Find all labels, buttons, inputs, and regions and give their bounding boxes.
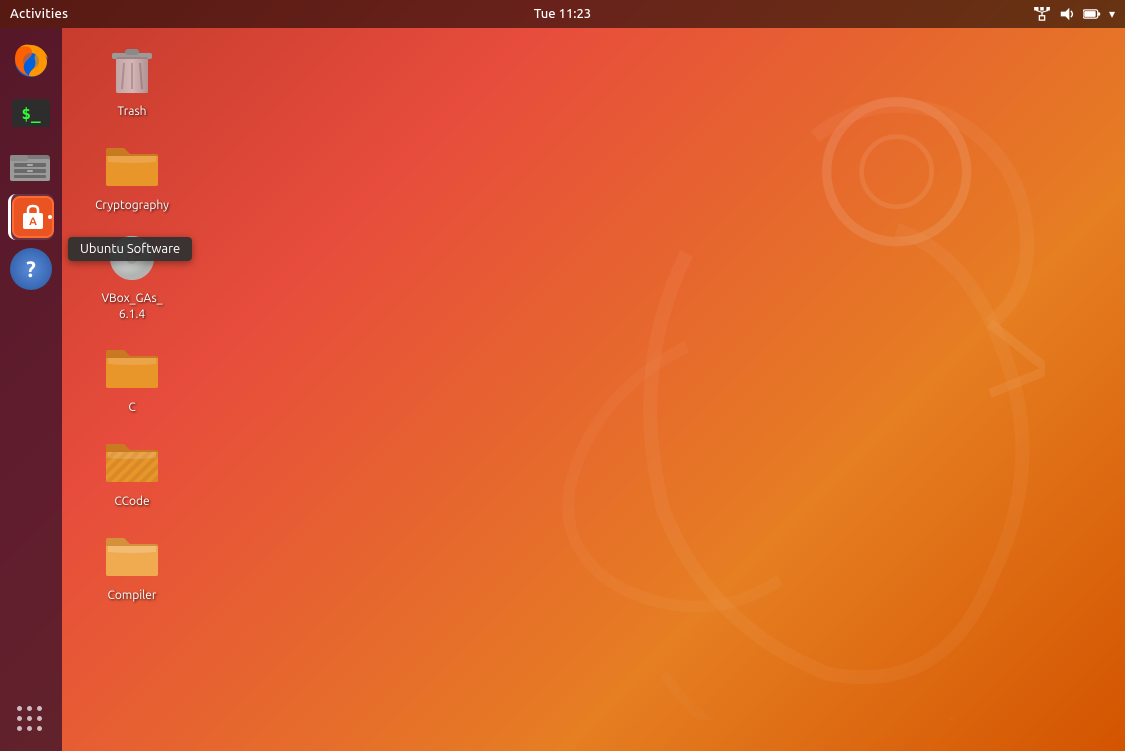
trash-label: Trash — [117, 104, 146, 120]
software-bag-icon: A — [19, 203, 47, 231]
battery-icon[interactable] — [1083, 8, 1101, 20]
network-icon[interactable] — [1033, 7, 1051, 21]
dock-item-software[interactable]: A — [8, 194, 54, 240]
dock-item-files[interactable] — [8, 142, 54, 188]
folder-c-svg — [104, 344, 160, 390]
dock-item-help[interactable]: ? — [8, 246, 54, 292]
folder-ccode-svg — [104, 438, 160, 484]
cryptography-icon-img — [103, 136, 161, 194]
tooltip-text: Ubuntu Software — [80, 242, 180, 256]
running-indicator — [48, 215, 52, 219]
desktop-icons-column: Trash Cryptography — [82, 38, 182, 607]
cryptography-label: Cryptography — [95, 198, 169, 214]
compiler-icon-desktop[interactable]: Compiler — [82, 522, 182, 608]
topbar-clock: Tue 11:23 — [534, 7, 591, 21]
c-icon-desktop[interactable]: C — [82, 334, 182, 420]
dock: $_ A ? — [0, 28, 62, 751]
trash-icon-desktop[interactable]: Trash — [82, 38, 182, 124]
firefox-icon — [11, 41, 51, 81]
folder-orange-svg — [104, 142, 160, 188]
cryptography-icon-desktop[interactable]: Cryptography — [82, 132, 182, 218]
topbar-right: ▾ — [1033, 7, 1115, 21]
vbox-label: VBox_GAs_ 6.1.4 — [101, 291, 162, 322]
compiler-label: Compiler — [108, 588, 157, 604]
apps-grid-icon — [13, 702, 49, 738]
dock-item-terminal[interactable]: $_ — [8, 90, 54, 136]
files-icon — [10, 147, 52, 183]
compiler-icon-img — [103, 526, 161, 584]
folder-compiler-svg — [104, 532, 160, 578]
c-label: C — [128, 400, 135, 416]
dock-item-firefox[interactable] — [8, 38, 54, 84]
dock-item-apps-grid[interactable] — [8, 697, 54, 743]
system-menu-arrow[interactable]: ▾ — [1109, 7, 1115, 21]
terminal-icon: $_ — [12, 99, 50, 127]
ccode-icon-img — [103, 432, 161, 490]
topbar-left: Activities — [10, 7, 68, 21]
volume-icon[interactable] — [1059, 7, 1075, 21]
desktop: Trash Cryptography — [62, 28, 1125, 751]
activities-button[interactable]: Activities — [10, 7, 68, 21]
help-icon: ? — [10, 248, 52, 290]
ubuntu-software-tooltip: Ubuntu Software — [68, 237, 192, 261]
trash-icon-img — [103, 42, 161, 100]
c-icon-img — [103, 338, 161, 396]
ccode-icon-desktop[interactable]: CCode — [82, 428, 182, 514]
svg-text:A: A — [29, 216, 37, 228]
topbar: Activities Tue 11:23 ▾ — [0, 0, 1125, 28]
ccode-label: CCode — [114, 494, 149, 510]
trash-svg — [110, 45, 154, 97]
